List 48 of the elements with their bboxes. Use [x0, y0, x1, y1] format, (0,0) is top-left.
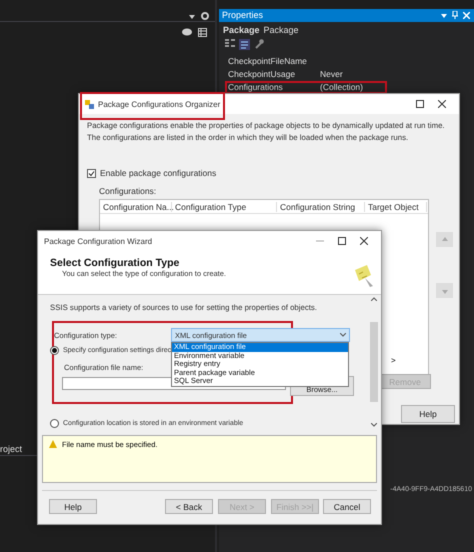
database-icon[interactable] [182, 28, 192, 36]
wrench-icon[interactable] [254, 39, 264, 49]
help-button[interactable]: Help [401, 405, 455, 423]
categorized-icon[interactable] [225, 39, 235, 49]
maximize-icon[interactable] [338, 237, 346, 245]
property-name: CheckpointFileName [228, 57, 308, 66]
wizard-button[interactable]: < Back [165, 499, 213, 514]
window-title: Package Configuration Wizard [44, 236, 154, 246]
scroll-right-arrow[interactable]: > [391, 356, 396, 365]
down-arrow-icon [442, 288, 448, 294]
column-header[interactable]: Configuration String [277, 202, 365, 212]
property-row[interactable]: CheckpointUsage Never [225, 68, 387, 81]
close-icon[interactable] [438, 100, 446, 108]
radio-button[interactable] [50, 346, 59, 355]
panel-title: Properties [222, 9, 264, 22]
list-label: Configurations: [99, 186, 158, 196]
gear-icon[interactable] [201, 12, 209, 20]
sort-icon[interactable] [239, 39, 250, 50]
scrollbar[interactable] [369, 297, 379, 427]
pin-icon[interactable] [452, 11, 458, 19]
object-name: Package [223, 25, 260, 35]
wizard-button[interactable]: Cancel [323, 499, 371, 514]
scroll-down-icon[interactable] [371, 423, 377, 427]
table-icon[interactable] [198, 28, 207, 37]
wizard-icon [353, 264, 375, 288]
property-name: Configurations [228, 83, 284, 92]
checkbox-label: Enable package configurations [100, 168, 216, 178]
window-title: Package Configurations Organizer [98, 100, 220, 108]
column-header[interactable]: Configuration Type [172, 202, 277, 212]
up-arrow-icon [442, 236, 448, 242]
checkbox[interactable] [87, 168, 96, 178]
property-row[interactable]: CheckpointFileName [225, 55, 387, 68]
chevron-down-icon [340, 333, 346, 337]
wizard-button[interactable]: Help [49, 499, 97, 514]
package-icon [85, 100, 94, 108]
radio-button[interactable] [50, 419, 59, 428]
property-value: Never [320, 70, 343, 79]
close-icon[interactable] [360, 237, 368, 245]
property-name: CheckpointUsage [228, 70, 296, 79]
object-type: Package [264, 25, 299, 35]
page-heading: Select Configuration Type [50, 257, 180, 269]
scroll-up-icon[interactable] [371, 297, 377, 301]
column-header[interactable]: Configuration Na... [100, 202, 172, 212]
property-value: (Collection) [320, 83, 363, 92]
maximize-icon[interactable] [416, 100, 424, 108]
dropdown-icon[interactable] [189, 15, 195, 19]
column-header[interactable]: Target Object [365, 202, 427, 212]
warning-icon [49, 440, 57, 448]
